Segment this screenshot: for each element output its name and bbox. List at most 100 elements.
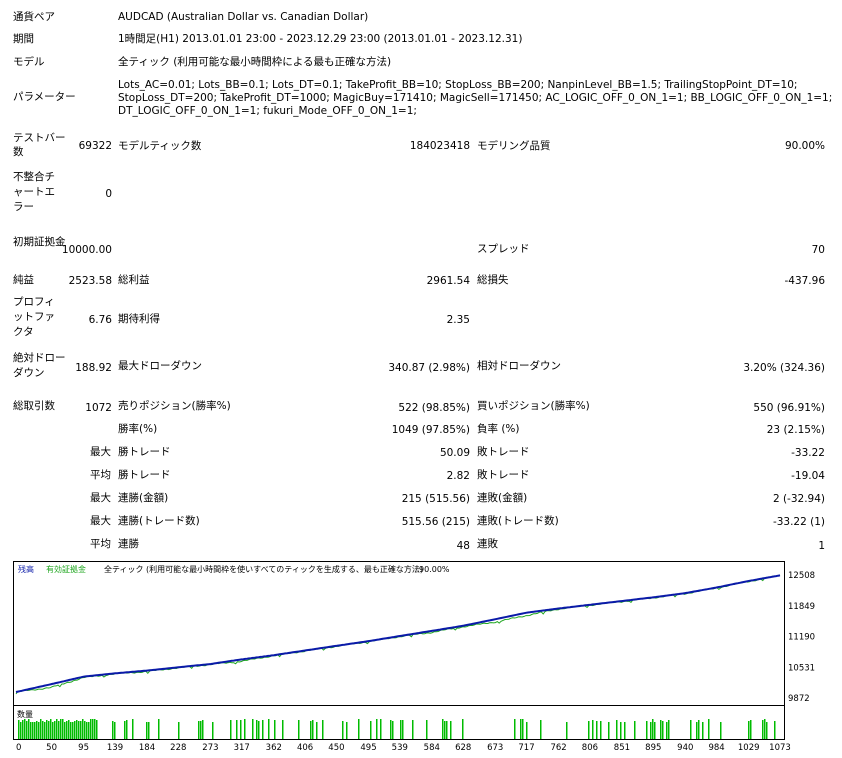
volume-bar: [442, 719, 444, 739]
volume-bar: [750, 720, 752, 739]
win-pct-label: 勝率(%): [118, 423, 158, 435]
volume-bar: [662, 721, 664, 739]
trades-value: 1072: [85, 402, 112, 414]
volume-bar: [252, 719, 254, 739]
avg-cons-label: 平均: [90, 538, 111, 550]
volume-bar: [90, 719, 92, 739]
volume-bar: [650, 722, 652, 739]
x-tick-label: 406: [297, 743, 313, 753]
x-tick-label: 495: [360, 743, 376, 753]
trades-label: 総取引数: [13, 400, 55, 412]
legend-equity: 有効証拠金: [46, 564, 86, 574]
volume-bar: [600, 721, 602, 739]
volume-bar: [18, 720, 20, 739]
mismatch-label: 不整合チャートエラー: [13, 171, 55, 213]
params-line-3: DT_LOGIC_OFF_0_ON_1=1; fukuri_Mode_OFF_0…: [118, 105, 417, 117]
volume-bar: [616, 720, 618, 739]
x-tick-label: 717: [518, 743, 534, 753]
volume-bar: [70, 722, 72, 739]
volume-bar: [774, 721, 776, 739]
volume-bar: [282, 720, 284, 739]
x-axis: 0 50 95 139 184 228 273 317 362 406 450 495 539 584 62…: [16, 743, 791, 753]
volume-bar: [444, 721, 446, 739]
volume-bar: [124, 721, 126, 739]
volume-bar: [94, 719, 96, 739]
net-value: 2523.58: [68, 275, 112, 287]
model-value: 全ティック (利用可能な最小時間枠による最も正確な方法): [118, 56, 392, 68]
symbol-label: 通貨ペア: [13, 11, 55, 23]
volume-bar: [462, 719, 464, 739]
chart-legend: 残高 有効証拠金 全ティック (利用可能な最小時間枠を使いすべてのティックを生成…: [18, 564, 450, 574]
volume-bar: [32, 722, 34, 739]
legend-model: 全ティック (利用可能な最小時間枠を使いすべてのティックを生成する、最も正確な方…: [104, 564, 423, 574]
equity-line: [15, 574, 781, 695]
x-tick-label: 273: [202, 743, 218, 753]
volume-bar: [450, 721, 452, 739]
x-tick-label: 940: [677, 743, 693, 753]
max-cons2-label: 最大: [90, 515, 111, 527]
x-tick-label: 539: [392, 743, 408, 753]
volume-bar: [426, 720, 428, 739]
payoff-value: 2.35: [446, 314, 470, 326]
short-value: 522 (98.85%): [398, 402, 470, 414]
volume-bar: [44, 722, 46, 739]
volume-bar: [148, 722, 150, 739]
max-cons-losses-value: 2 (-32.94): [772, 493, 825, 505]
rel-dd-label: 相対ドローダウン: [477, 360, 561, 372]
average-label: 平均: [90, 469, 111, 481]
volume-label: 数量: [17, 709, 33, 719]
balance-line: [15, 574, 781, 693]
volume-bar: [298, 720, 300, 739]
long-label: 買いポジション(勝率%): [477, 400, 590, 412]
loss-pct-value: 23 (2.15%): [766, 424, 825, 436]
volume-bar: [86, 722, 88, 739]
volume-bar: [58, 721, 60, 739]
x-tick-label: 584: [424, 743, 440, 753]
volume-bar: [346, 722, 348, 739]
volume-bar: [316, 722, 318, 739]
volume-bar: [540, 720, 542, 739]
volume-bar: [520, 719, 522, 739]
quality-value: 90.00%: [784, 140, 825, 152]
volume-bar: [80, 721, 82, 739]
volume-bar: [178, 722, 180, 739]
y-tick-label: 10531: [788, 663, 815, 673]
volume-bar: [30, 722, 32, 739]
volume-bar: [50, 719, 52, 739]
volume-bar: [38, 722, 40, 739]
params-label: パラメーター: [13, 91, 76, 103]
volume-bar: [20, 722, 22, 739]
avg-win-label: 勝トレード: [118, 469, 171, 481]
volume-bar: [74, 721, 76, 739]
x-tick-label: 673: [487, 743, 503, 753]
volume-bar: [620, 722, 622, 739]
params-line-1: Lots_AC=0.01; Lots_BB=0.1; Lots_DT=0.1; …: [118, 79, 798, 91]
volume-bar: [380, 719, 382, 739]
volume-bar: [748, 721, 750, 739]
max-cons-losses-label: 連敗(金額): [477, 492, 528, 504]
volume-bar: [702, 722, 704, 739]
x-tick-label: 50: [46, 743, 57, 753]
y-axis: 12508 11849 11190 10531 9872: [788, 571, 815, 704]
volume-bar: [112, 721, 114, 739]
volume-bar: [342, 721, 344, 739]
max-cons-wins-value: 215 (515.56): [401, 493, 470, 505]
volume-bar: [76, 720, 78, 739]
spread-value: 70: [811, 244, 825, 256]
short-label: 売りポジション(勝率%): [118, 400, 231, 412]
volume-bar: [82, 719, 84, 739]
volume-bar: [322, 720, 324, 739]
volume-bar: [592, 720, 594, 739]
volume-bar: [52, 722, 54, 739]
volume-bar: [608, 722, 610, 739]
volume-bar: [22, 720, 24, 739]
volume-bar: [198, 721, 200, 739]
volume-bar: [92, 719, 94, 739]
avg-win-value: 2.82: [446, 470, 470, 482]
avg-loss-label: 敗トレード: [477, 469, 530, 481]
x-tick-label: 184: [139, 743, 155, 753]
volume-bar: [88, 722, 90, 739]
legend-quality: 90.00%: [419, 565, 450, 574]
deposit-value: 10000.00: [61, 244, 112, 256]
max-cons-profit-value: 515.56 (215): [401, 516, 470, 528]
